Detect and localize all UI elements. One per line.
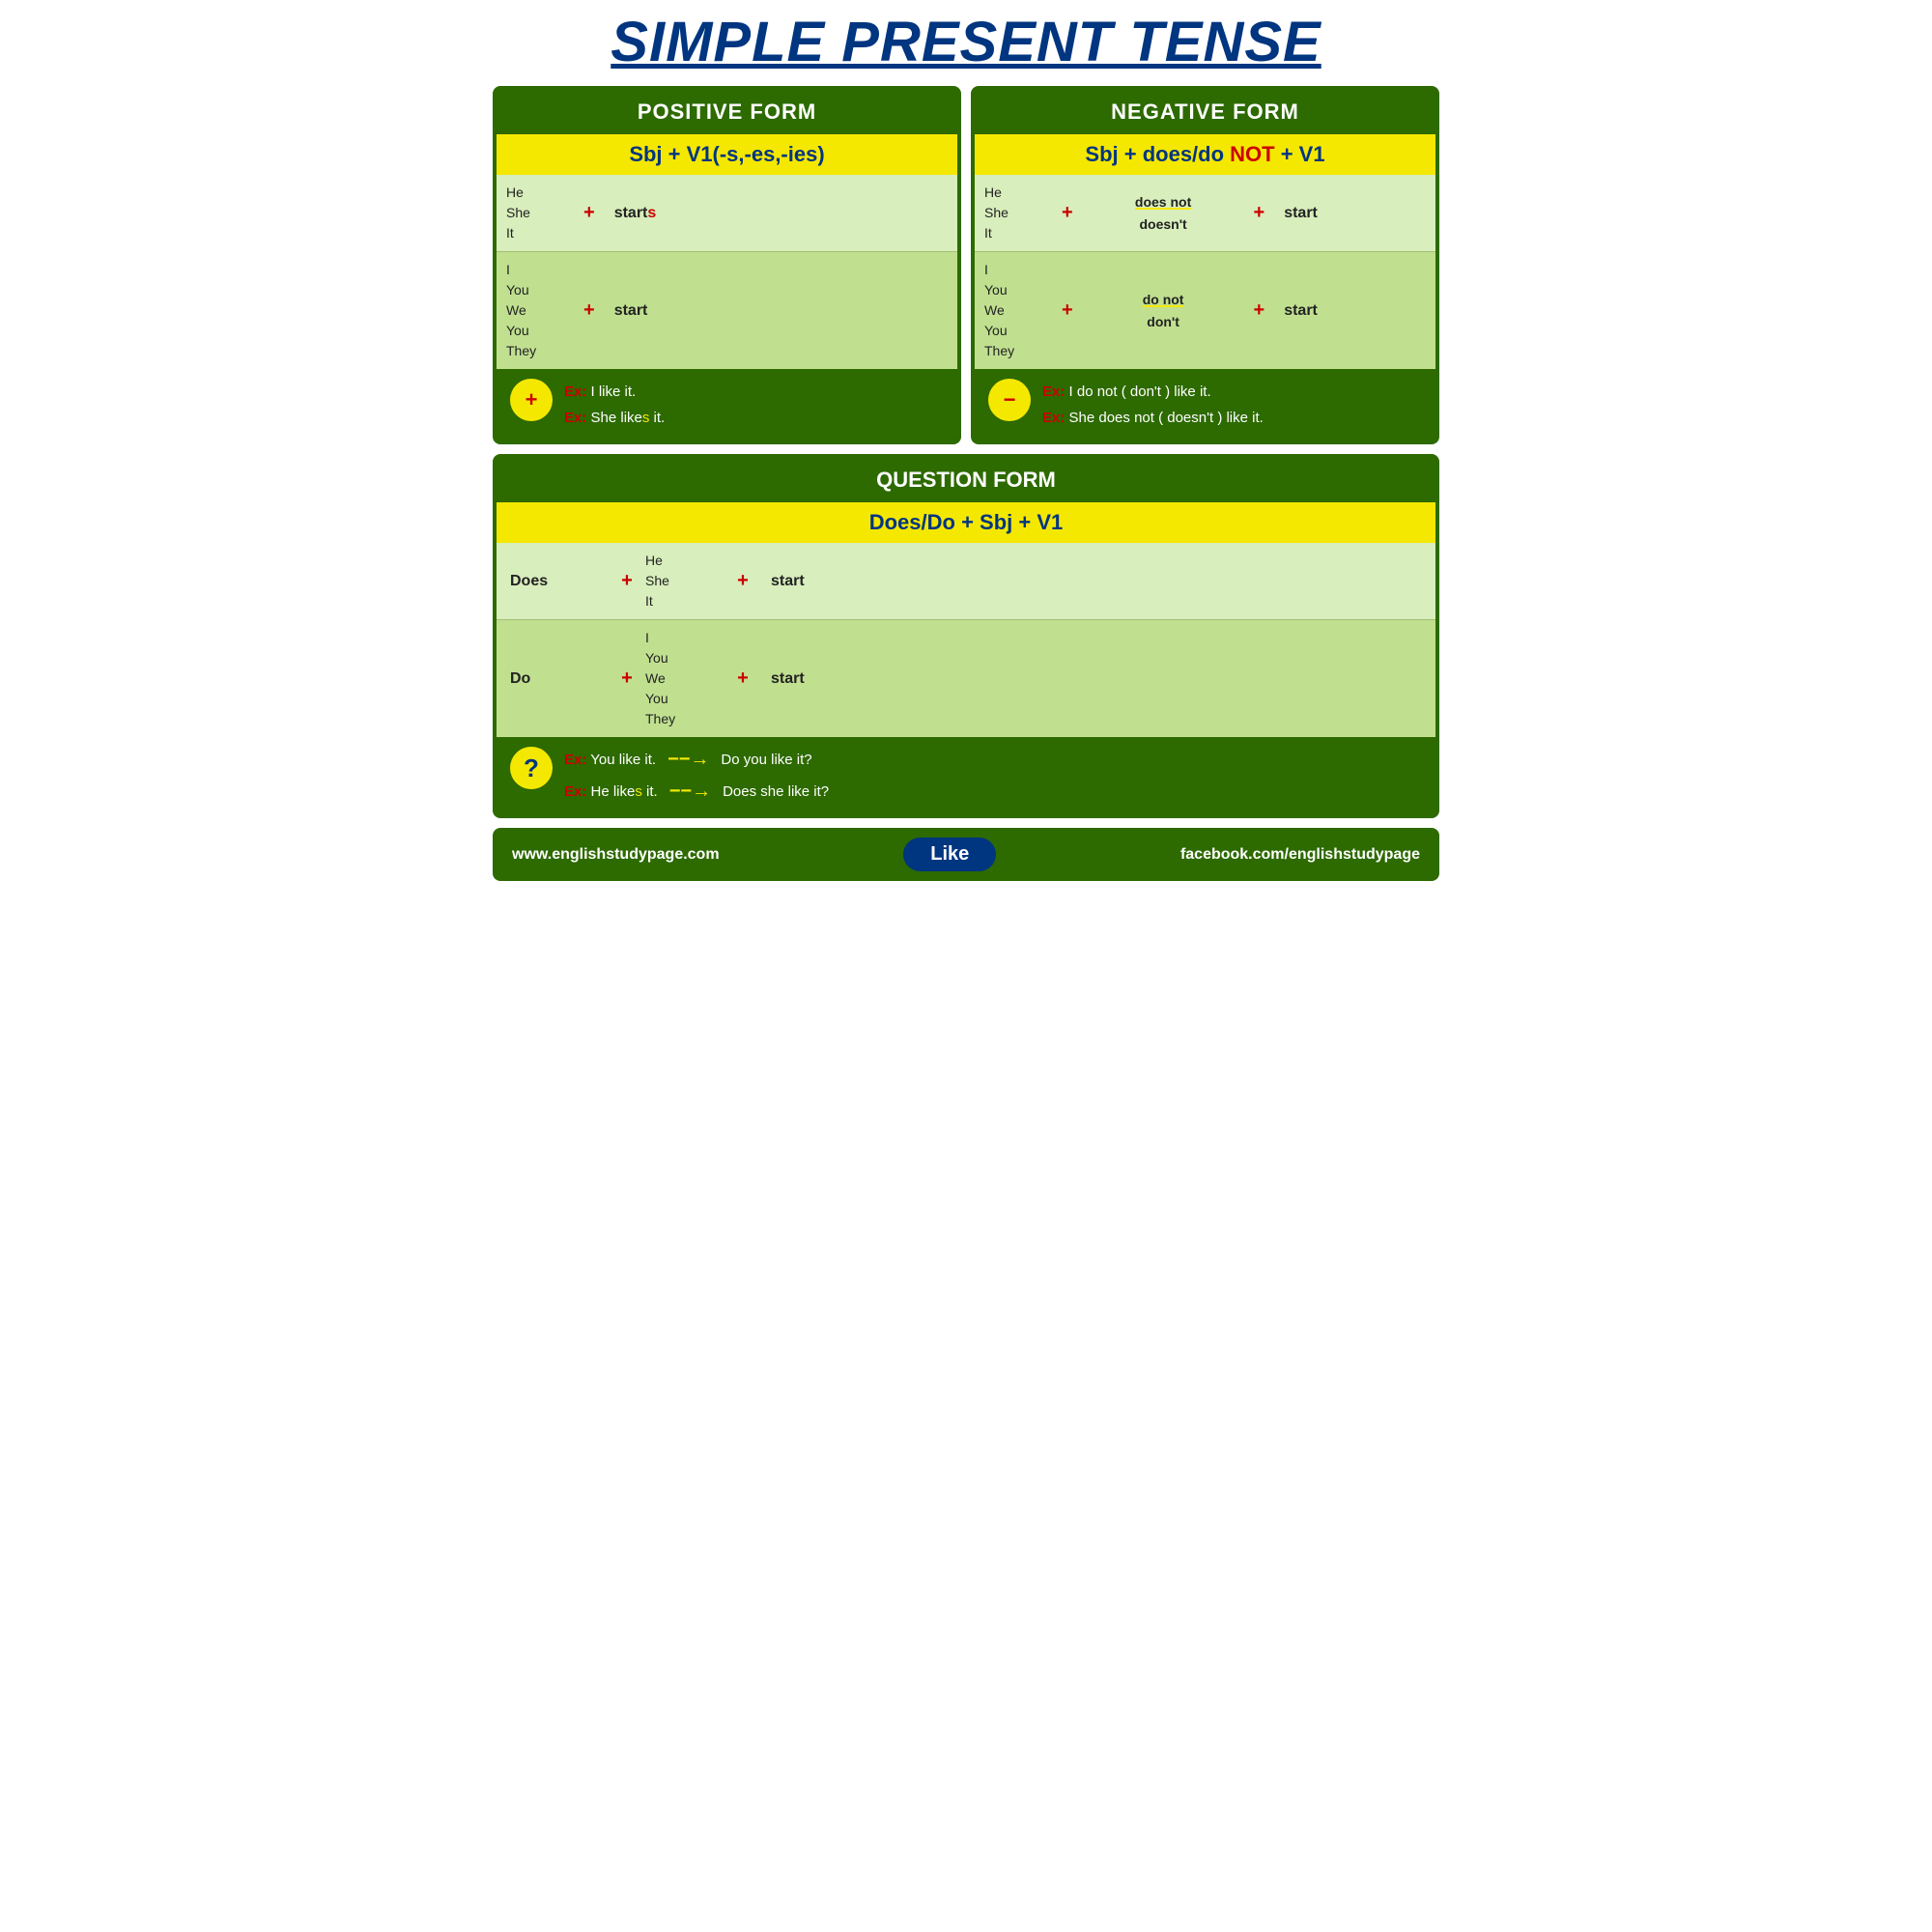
negative-examples: − Ex: I do not ( don't ) like it. Ex: Sh…: [975, 369, 1435, 440]
positive-form-box: POSITIVE FORM Sbj + V1(-s,-es,-ies) HeSh…: [493, 86, 961, 444]
negative-form-box: NEGATIVE FORM Sbj + does/do NOT + V1 HeS…: [971, 86, 1439, 444]
question-examples: ? Ex: You like it. −−→ Do you like it? E…: [497, 737, 1435, 814]
question-ex-2-orig: Ex: He likes it.: [564, 779, 658, 805]
question-result-ex-1: Do you like it?: [721, 752, 811, 768]
negative-verb-1: start: [1274, 197, 1435, 230]
negative-row-2: IYouWeYouThey + do notdon't + start: [975, 252, 1435, 369]
positive-subject-1: HeSheIt: [497, 175, 574, 251]
footer-facebook: facebook.com/englishstudypage: [1180, 846, 1420, 864]
positive-plus-2: +: [574, 292, 605, 329]
positive-example-text: Ex: I like it. Ex: She likes it.: [564, 379, 665, 431]
negative-subject-1: HeSheIt: [975, 175, 1052, 251]
negative-form-header: NEGATIVE FORM: [975, 90, 1435, 134]
question-ex-1-orig: Ex: You like it.: [564, 747, 656, 773]
negative-plus-1b: +: [1244, 194, 1275, 232]
question-subject-1: HeSheIt: [641, 543, 728, 619]
question-subject-2: IYouWeYouThey: [641, 620, 728, 737]
question-row-1: Does + HeSheIt + start: [497, 543, 1435, 620]
negative-row-1: HeSheIt + does notdoesn't + start: [975, 175, 1435, 252]
negative-neg-1: does notdoesn't: [1083, 184, 1244, 242]
positive-subject-2: IYouWeYouThey: [497, 252, 574, 369]
positive-verb-1: starts: [605, 197, 957, 230]
positive-row-1: HeSheIt + starts: [497, 175, 957, 252]
negative-subject-2: IYouWeYouThey: [975, 252, 1052, 369]
positive-formula: Sbj + V1(-s,-es,-ies): [497, 134, 957, 175]
question-example-icon: ?: [510, 747, 553, 789]
negative-plus-1: +: [1052, 194, 1083, 232]
negative-plus-2b: +: [1244, 292, 1275, 329]
question-arrow-1: −−→: [668, 749, 709, 771]
question-result-2: start: [757, 663, 1435, 696]
question-plus-2b: +: [728, 668, 757, 690]
page-title: SIMPLE PRESENT TENSE: [493, 10, 1439, 74]
negative-neg-2: do notdon't: [1083, 281, 1244, 340]
positive-examples: + Ex: I like it. Ex: She likes it.: [497, 369, 957, 440]
question-arrow-2: −−→: [669, 781, 711, 803]
question-plus-1b: +: [728, 570, 757, 592]
question-verb-1: Does: [497, 563, 612, 600]
footer-like: Like: [903, 838, 996, 871]
question-row-2: Do + IYouWeYouThey + start: [497, 620, 1435, 737]
question-form-box: QUESTION FORM Does/Do + Sbj + V1 Does + …: [493, 454, 1439, 818]
question-form-header: QUESTION FORM: [497, 458, 1435, 502]
question-result-1: start: [757, 565, 1435, 598]
negative-verb-2: start: [1274, 295, 1435, 327]
question-plus-1: +: [612, 570, 641, 592]
positive-row-2: IYouWeYouThey + start: [497, 252, 957, 369]
negative-example-icon: −: [988, 379, 1031, 421]
question-result-ex-2: Does she like it?: [723, 783, 829, 800]
footer: www.englishstudypage.com Like facebook.c…: [493, 828, 1439, 881]
negative-example-text: Ex: I do not ( don't ) like it. Ex: She …: [1042, 379, 1264, 431]
positive-plus-1: +: [574, 194, 605, 232]
question-plus-2: +: [612, 668, 641, 690]
footer-website: www.englishstudypage.com: [512, 846, 720, 864]
positive-form-header: POSITIVE FORM: [497, 90, 957, 134]
question-formula: Does/Do + Sbj + V1: [497, 502, 1435, 543]
question-verb-2: Do: [497, 661, 612, 697]
negative-formula: Sbj + does/do NOT + V1: [975, 134, 1435, 175]
positive-verb-2: start: [605, 295, 957, 327]
negative-plus-2: +: [1052, 292, 1083, 329]
positive-example-icon: +: [510, 379, 553, 421]
